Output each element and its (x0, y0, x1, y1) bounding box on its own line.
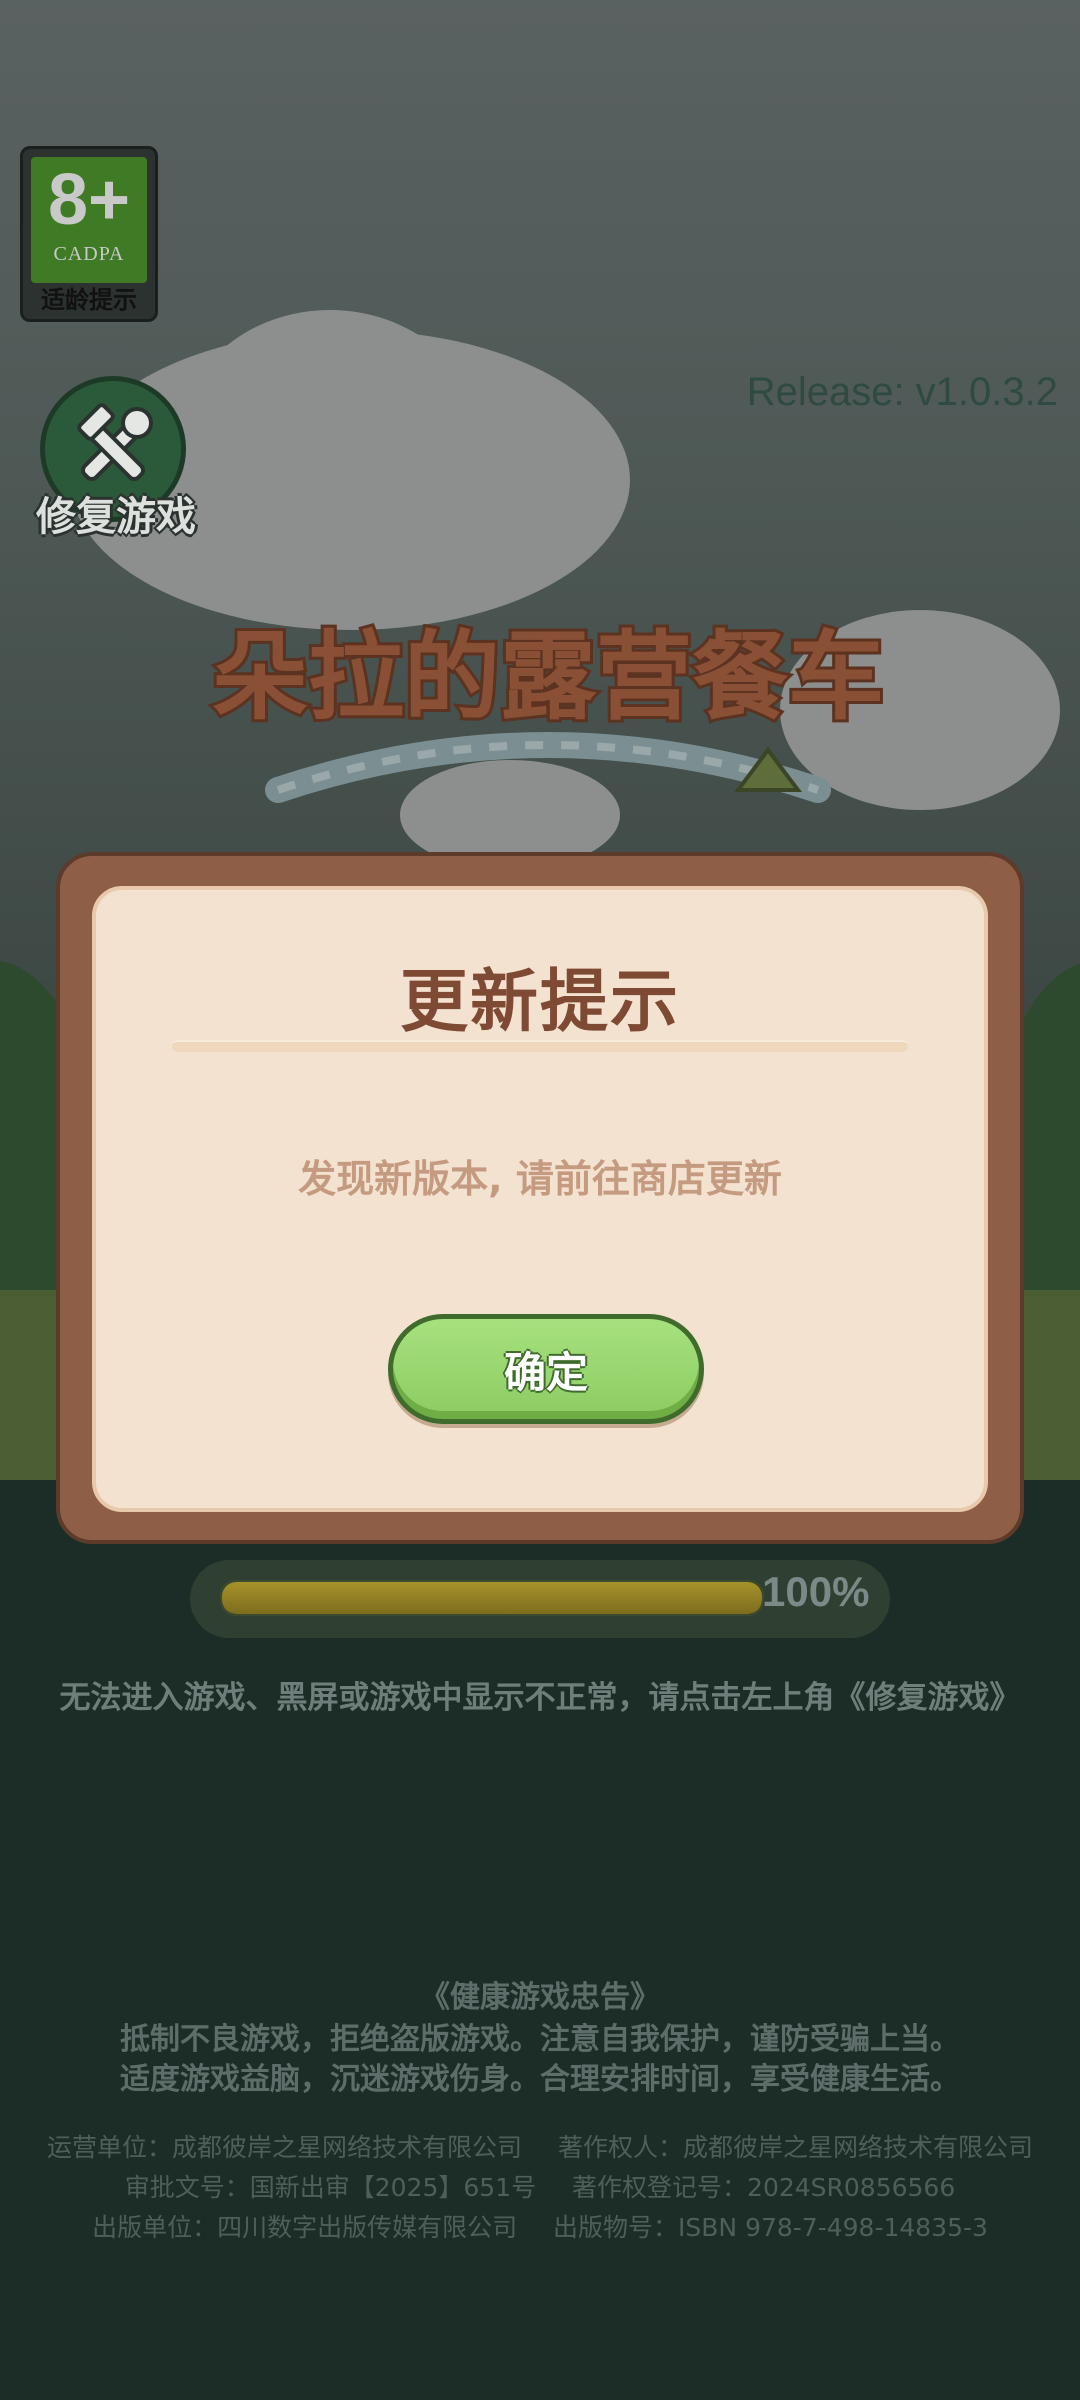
health-notice-title: 《健康游戏忠告》 (420, 1980, 660, 2015)
dialog-title: 更新提示 (399, 963, 680, 1042)
progress-percent: 100% (762, 1568, 870, 1615)
cloud-shape (180, 310, 480, 570)
health-notice-line: 抵制不良游戏，拒绝盗版游戏。注意自我保护，谨防受骗上当。 (120, 2022, 960, 2057)
legal-footer: 运营单位：成都彼岸之星网络技术有限公司 著作权人：成都彼岸之星网络技术有限公司 … (0, 2128, 1080, 2248)
copyright-owner-info: 著作权人：成都彼岸之星网络技术有限公司 (557, 2133, 1033, 2162)
game-logo-text: 朵拉的露营餐车 (212, 621, 884, 733)
loading-progress: 100% (190, 1560, 890, 1638)
operator-info: 运营单位：成都彼岸之星网络技术有限公司 (47, 2133, 523, 2162)
update-dialog-panel: 更新提示 发现新版本, 请前往商店更新 确定 (92, 886, 988, 1512)
dialog-divider (172, 1040, 908, 1052)
confirm-button-label: 确定 (503, 1347, 588, 1397)
publisher-info: 出版单位：四川数字出版传媒有限公司 (92, 2213, 518, 2242)
age-rating-org: CADPA (53, 243, 125, 265)
age-rating-number: 8+ (47, 160, 131, 240)
progress-fill (222, 1582, 762, 1614)
dialog-message: 发现新版本, 请前往商店更新 (298, 1157, 782, 1201)
isbn-info: 出版物号：ISBN 978-7-498-14835-3 (553, 2213, 988, 2242)
repair-game-button[interactable]: 修复游戏 (30, 376, 200, 546)
repair-game-label: 修复游戏 (36, 494, 196, 540)
approval-number: 审批文号：国新出审【2025】651号 (124, 2173, 537, 2202)
copyright-registration: 著作权登记号：2024SR0856566 (572, 2173, 956, 2202)
health-notice: 《健康游戏忠告》 抵制不良游戏，拒绝盗版游戏。注意自我保护，谨防受骗上当。 适度… (0, 1976, 1080, 2100)
age-rating-badge: 8+ CADPA 适龄提示 (20, 146, 158, 322)
repair-hint-text: 无法进入游戏、黑屏或游戏中显示不正常，请点击左上角《修复游戏》 (59, 1680, 1021, 1716)
age-rating-label: 适龄提示 (41, 286, 137, 314)
health-notice-line: 适度游戏益脑，沉迷游戏伤身。合理安排时间，享受健康生活。 (120, 2062, 960, 2097)
confirm-button[interactable]: 确定 (388, 1314, 704, 1424)
release-version: Release: v1.0.3.2 (746, 370, 1058, 414)
game-logo: 朵拉的露营餐车 (168, 590, 928, 830)
progress-track (220, 1580, 764, 1616)
update-dialog: 更新提示 发现新版本, 请前往商店更新 确定 (56, 852, 1024, 1544)
